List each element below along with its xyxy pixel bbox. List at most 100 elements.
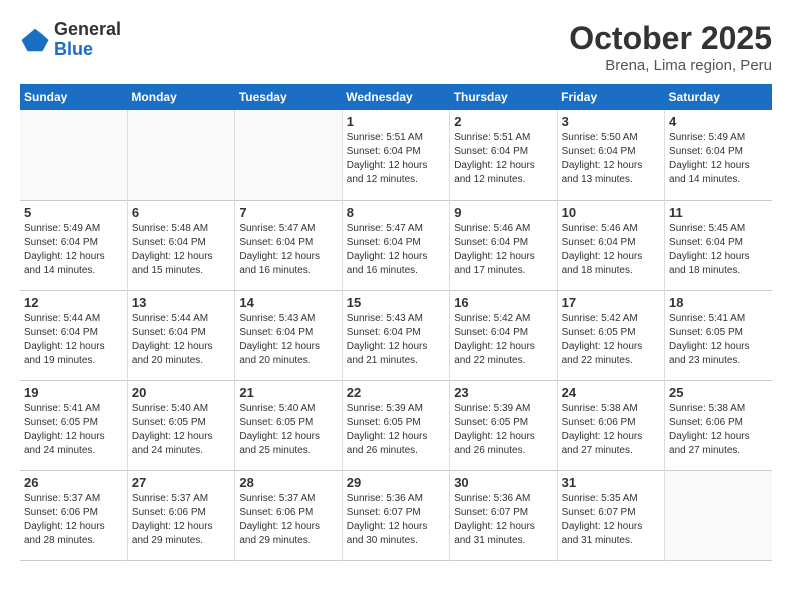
day-info: Sunrise: 5:36 AM Sunset: 6:07 PM Dayligh… [347, 492, 445, 548]
day-number: 19 [24, 385, 123, 400]
calendar-cell: 12 Sunrise: 5:44 AM Sunset: 6:04 PM Dayli… [20, 290, 127, 380]
day-info: Sunrise: 5:50 AM Sunset: 6:04 PM Dayligh… [562, 131, 660, 187]
column-header-monday: Monday [127, 84, 234, 110]
week-row-1: 1Sunrise: 5:51 AM Sunset: 6:04 PM Daylig… [20, 110, 772, 200]
day-info: Sunrise: 5:42 AM Sunset: 6:05 PM Dayligh… [562, 312, 660, 368]
day-info: Sunrise: 5:40 AM Sunset: 6:05 PM Dayligh… [132, 402, 230, 458]
day-number: 26 [24, 475, 123, 490]
day-number: 5 [24, 205, 123, 220]
day-number: 8 [347, 205, 445, 220]
logo: General Blue [20, 20, 121, 60]
calendar-cell [20, 110, 127, 200]
day-info: Sunrise: 5:46 AM Sunset: 6:04 PM Dayligh… [454, 222, 552, 278]
calendar-cell: 30 Sunrise: 5:36 AM Sunset: 6:07 PM Dayli… [450, 470, 557, 560]
calendar-cell: 27 Sunrise: 5:37 AM Sunset: 6:06 PM Dayli… [127, 470, 234, 560]
calendar-cell: 26Sunrise: 5:37 AM Sunset: 6:06 PM Dayli… [20, 470, 127, 560]
day-number: 9 [454, 205, 552, 220]
day-info: Sunrise: 5:42 AM Sunset: 6:04 PM Dayligh… [454, 312, 552, 368]
location: Brena, Lima region, Peru [569, 57, 772, 74]
calendar-cell: 13 Sunrise: 5:44 AM Sunset: 6:04 PM Dayli… [127, 290, 234, 380]
calendar-cell: 15 Sunrise: 5:43 AM Sunset: 6:04 PM Dayli… [342, 290, 449, 380]
day-number: 13 [132, 295, 230, 310]
day-number: 20 [132, 385, 230, 400]
calendar-cell: 9 Sunrise: 5:46 AM Sunset: 6:04 PM Daylig… [450, 200, 557, 290]
calendar-cell: 29Sunrise: 5:36 AM Sunset: 6:07 PM Dayli… [342, 470, 449, 560]
calendar-cell: 20 Sunrise: 5:40 AM Sunset: 6:05 PM Dayli… [127, 380, 234, 470]
calendar-cell: 31 Sunrise: 5:35 AM Sunset: 6:07 PM Dayli… [557, 470, 664, 560]
day-number: 10 [562, 205, 660, 220]
day-info: Sunrise: 5:45 AM Sunset: 6:04 PM Dayligh… [669, 222, 768, 278]
day-info: Sunrise: 5:37 AM Sunset: 6:06 PM Dayligh… [239, 492, 337, 548]
day-number: 22 [347, 385, 445, 400]
day-info: Sunrise: 5:38 AM Sunset: 6:06 PM Dayligh… [669, 402, 768, 458]
week-row-5: 26 Sunrise: 5:37 AM Sunset: 6:06 PM Dayli… [20, 470, 772, 560]
calendar-cell: 28 Sunrise: 5:37 AM Sunset: 6:06 PM Dayli… [235, 470, 342, 560]
column-header-saturday: Saturday [665, 84, 772, 110]
day-number: 27 [132, 475, 230, 490]
day-info: Sunrise: 5:47 AM Sunset: 6:04 PM Dayligh… [347, 222, 445, 278]
day-number: 2 [454, 114, 552, 129]
day-number: 28 [239, 475, 337, 490]
day-info: Sunrise: 5:51 AM Sunset: 6:04 PM Dayligh… [454, 131, 552, 187]
calendar-cell: 23Sunrise: 5:39 AM Sunset: 6:05 PM Dayli… [450, 380, 557, 470]
calendar-table: SundayMondayTuesdayWednesdayThursdayFrid… [20, 84, 772, 561]
column-header-sunday: Sunday [20, 84, 127, 110]
calendar-cell: 21 Sunrise: 5:40 AM Sunset: 6:05 PM Dayli… [235, 380, 342, 470]
calendar-cell: 19 Sunrise: 5:41 AM Sunset: 6:05 PM Dayli… [20, 380, 127, 470]
column-header-tuesday: Tuesday [235, 84, 342, 110]
title-block: October 2025 Brena, Lima region, Peru [569, 20, 772, 74]
day-info: Sunrise: 5:47 AM Sunset: 6:04 PM Dayligh… [239, 222, 337, 278]
day-info: Sunrise: 5:41 AM Sunset: 6:05 PM Dayligh… [669, 312, 768, 368]
day-info: Sunrise: 5:37 AM Sunset: 6:06 PM Dayligh… [132, 492, 230, 548]
day-number: 16 [454, 295, 552, 310]
day-number: 18 [669, 295, 768, 310]
column-header-thursday: Thursday [450, 84, 557, 110]
calendar-cell: 6 Sunrise: 5:48 AM Sunset: 6:04 PM Daylig… [127, 200, 234, 290]
calendar-cell: 5 Sunrise: 5:49 AM Sunset: 6:04 PM Daylig… [20, 200, 127, 290]
day-info: Sunrise: 5:43 AM Sunset: 6:04 PM Dayligh… [239, 312, 337, 368]
day-number: 30 [454, 475, 552, 490]
day-number: 11 [669, 205, 768, 220]
calendar-cell: 3 Sunrise: 5:50 AM Sunset: 6:04 PM Daylig… [557, 110, 664, 200]
day-number: 6 [132, 205, 230, 220]
week-row-3: 12 Sunrise: 5:44 AM Sunset: 6:04 PM Dayli… [20, 290, 772, 380]
day-number: 12 [24, 295, 123, 310]
day-info: Sunrise: 5:39 AM Sunset: 6:05 PM Dayligh… [347, 402, 445, 458]
day-number: 31 [562, 475, 660, 490]
calendar-cell: 2 Sunrise: 5:51 AM Sunset: 6:04 PM Daylig… [450, 110, 557, 200]
week-row-4: 19 Sunrise: 5:41 AM Sunset: 6:05 PM Dayli… [20, 380, 772, 470]
day-number: 21 [239, 385, 337, 400]
day-info: Sunrise: 5:44 AM Sunset: 6:04 PM Dayligh… [24, 312, 123, 368]
week-row-2: 5 Sunrise: 5:49 AM Sunset: 6:04 PM Daylig… [20, 200, 772, 290]
day-info: Sunrise: 5:49 AM Sunset: 6:04 PM Dayligh… [24, 222, 123, 278]
day-number: 23 [454, 385, 552, 400]
day-info: Sunrise: 5:38 AM Sunset: 6:06 PM Dayligh… [562, 402, 660, 458]
calendar-cell: 10 Sunrise: 5:46 AM Sunset: 6:04 PM Dayli… [557, 200, 664, 290]
day-number: 14 [239, 295, 337, 310]
day-number: 25 [669, 385, 768, 400]
day-number: 15 [347, 295, 445, 310]
logo-icon [20, 25, 50, 55]
day-info: Sunrise: 5:49 AM Sunset: 6:04 PM Dayligh… [669, 131, 768, 187]
calendar-cell: 1Sunrise: 5:51 AM Sunset: 6:04 PM Daylig… [342, 110, 449, 200]
column-header-friday: Friday [557, 84, 664, 110]
day-info: Sunrise: 5:40 AM Sunset: 6:05 PM Dayligh… [239, 402, 337, 458]
day-number: 17 [562, 295, 660, 310]
day-info: Sunrise: 5:44 AM Sunset: 6:04 PM Dayligh… [132, 312, 230, 368]
page-header: General Blue October 2025 Brena, Lima re… [20, 20, 772, 74]
calendar-cell: 18 Sunrise: 5:41 AM Sunset: 6:05 PM Dayli… [665, 290, 772, 380]
day-info: Sunrise: 5:51 AM Sunset: 6:04 PM Dayligh… [347, 131, 445, 187]
calendar-cell: 17 Sunrise: 5:42 AM Sunset: 6:05 PM Dayli… [557, 290, 664, 380]
calendar-cell: 25 Sunrise: 5:38 AM Sunset: 6:06 PM Dayli… [665, 380, 772, 470]
calendar-cell [235, 110, 342, 200]
day-info: Sunrise: 5:48 AM Sunset: 6:04 PM Dayligh… [132, 222, 230, 278]
calendar-cell [665, 470, 772, 560]
day-info: Sunrise: 5:46 AM Sunset: 6:04 PM Dayligh… [562, 222, 660, 278]
day-info: Sunrise: 5:35 AM Sunset: 6:07 PM Dayligh… [562, 492, 660, 548]
day-number: 3 [562, 114, 660, 129]
calendar-cell [127, 110, 234, 200]
day-info: Sunrise: 5:36 AM Sunset: 6:07 PM Dayligh… [454, 492, 552, 548]
day-info: Sunrise: 5:41 AM Sunset: 6:05 PM Dayligh… [24, 402, 123, 458]
day-info: Sunrise: 5:43 AM Sunset: 6:04 PM Dayligh… [347, 312, 445, 368]
day-number: 24 [562, 385, 660, 400]
